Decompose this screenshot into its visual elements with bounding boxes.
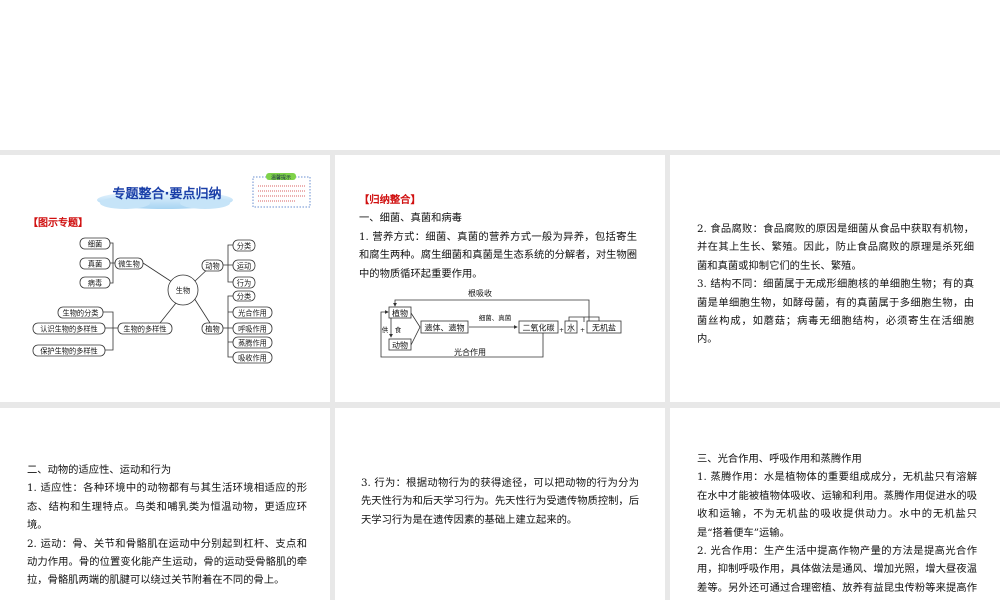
box-water: 水 [567,323,575,333]
label-root-absorption: 根吸收 [468,288,492,298]
node-bacteria: 细菌 [88,240,102,249]
label-feed-1: 供 [382,325,389,334]
slide-thumbnail-4[interactable]: 二、动物的适应性、运动和行为 1. 适应性：各种环境中的动物都有与其生活环境相适… [0,408,330,600]
node-photosynthesis: 光合作用 [238,309,267,318]
box-plant: 植物 [392,308,408,318]
paragraph: 1. 蒸腾作用：水是植物体的重要组成成分，无机盐只有溶解在水中才能被植物体吸收、… [697,471,977,539]
mind-map: 专题整合·要点归纳 温馨提示 【图示专题】 生物 细菌 真菌 病毒 微生物 动物… [28,173,311,364]
box-co2: 二氧化碳 [523,323,555,333]
section-heading: 三、光合作用、呼吸作用和蒸腾作用 [697,453,862,465]
node-animal: 动物 [205,262,219,271]
box-animal: 动物 [392,340,408,350]
node-plant: 植物 [205,325,219,334]
label-decomposers: 细菌、真菌 [479,313,512,322]
node-respiration: 呼吸作用 [238,325,267,334]
node-classification: 生物的分类 [63,309,99,318]
node-know-diversity: 认识生物的多样性 [40,325,98,334]
box-remains: 遗体、遗物 [425,323,465,333]
plus-sign: + [580,327,585,334]
node-center: 生物 [176,286,190,295]
node-virus: 病毒 [88,279,102,288]
node-fungi: 真菌 [88,260,102,269]
paragraph: 1. 适应性：各种环境中的动物都有与其生活环境相适应的形态、结构和生理特点。鸟类… [27,482,307,532]
node-microbe: 微生物 [118,260,140,269]
label-photosynthesis: 光合作用 [454,347,486,357]
paragraph: 2. 运动：骨、关节和骨骼肌在运动中分别起到杠杆、支点和动力作用。骨的位置变化能… [27,537,307,587]
svg-text:温馨提示: 温馨提示 [271,174,291,181]
section-heading: 二、动物的适应性、运动和行为 [27,464,172,476]
section-label: 【图示专题】 [28,216,88,229]
slide-thumbnail-2[interactable]: 【归纳整合】 一、细菌、真菌和病毒 1. 营养方式：细菌、真菌的营养方式一般为异… [335,155,665,402]
slide-thumbnail-6[interactable]: 三、光合作用、呼吸作用和蒸腾作用 1. 蒸腾作用：水是植物体的重要组成成分，无机… [670,408,1000,600]
paragraph: 3. 结构不同：细菌属于无成形细胞核的单细胞生物；有的真菌是单细胞生物，如酵母菌… [697,278,974,346]
node-absorption: 吸收作用 [238,354,267,363]
paragraph: 2. 光合作用：生产生活中提高作物产量的方法是提高光合作用，抑制呼吸作用，具体做… [697,545,977,594]
matter-cycle-diagram: 根吸收 植物 动物 供 食 遗体、遗物 细菌、真菌 二氧化碳 + 水 + 无机盐… [380,288,622,358]
slide-thumbnail-5[interactable]: 3. 行为：根据动物行为的获得途径，可以把动物的行为分为先天性行为和后天学习行为… [335,408,665,600]
notice-box: 温馨提示 [252,173,311,208]
box-minerals: 无机盐 [592,323,616,333]
node-plant-classification: 分类 [237,292,251,301]
node-diversity: 生物的多样性 [123,325,166,334]
slide-thumbnail-1[interactable]: 专题整合·要点归纳 温馨提示 【图示专题】 生物 细菌 真菌 病毒 微生物 动物… [0,155,330,402]
node-behavior: 行为 [237,279,251,288]
node-movement: 运动 [237,262,251,271]
node-protect-diversity: 保护生物的多样性 [40,347,98,356]
plus-sign: + [559,327,564,334]
label-feed-2: 食 [395,325,402,334]
node-animal-classification: 分类 [237,242,251,251]
paragraph: 3. 行为：根据动物行为的获得途径，可以把动物的行为分为先天性行为和后天学习行为… [361,477,640,526]
paragraph: 2. 食品腐败：食品腐败的原因是细菌从食品中获取有机物，并在其上生长、繁殖。因此… [697,223,974,272]
slide-thumbnail-3[interactable]: 2. 食品腐败：食品腐败的原因是细菌从食品中获取有机物，并在其上生长、繁殖。因此… [670,155,1000,402]
node-transpiration: 蒸腾作用 [238,339,267,348]
slide-title: 专题整合·要点归纳 [113,186,222,202]
